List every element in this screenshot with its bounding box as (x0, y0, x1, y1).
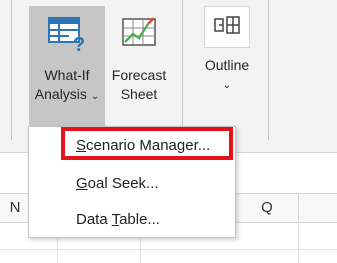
ribbon-separator (268, 0, 269, 140)
column-divider (298, 194, 299, 222)
ribbon-separator (182, 0, 183, 140)
ribbon-separator (11, 0, 12, 140)
menu-item-label: able... (119, 211, 160, 228)
menu-item-label-prefix: Data (76, 211, 112, 228)
gridline (0, 249, 337, 250)
svg-text:?: ? (73, 34, 85, 52)
what-if-label-line1: What-If (44, 67, 90, 83)
menu-item-data-table[interactable]: Data Table... (76, 211, 160, 228)
outline-icon (214, 16, 240, 34)
column-header-q[interactable]: Q (236, 194, 298, 222)
forecast-label-line2: Sheet (120, 86, 158, 102)
chevron-down-icon: ⌄ (222, 80, 232, 91)
menu-item-goal-seek[interactable]: Goal Seek... (76, 175, 159, 192)
chevron-down-icon: ⌄ (90, 91, 100, 102)
outline-label: Outline (204, 57, 250, 73)
forecast-label-line1: Forecast (111, 67, 167, 83)
forecast-sheet-icon (122, 17, 156, 46)
what-if-analysis-button[interactable]: ? What-If Analysis ⌄ (29, 6, 105, 127)
column-header-n[interactable]: N (0, 194, 30, 222)
highlight-box (61, 127, 233, 160)
what-if-label-line2: Analysis (34, 86, 87, 102)
forecast-sheet-button[interactable]: Forecast Sheet (108, 6, 170, 106)
what-if-analysis-icon: ? (48, 17, 85, 56)
menu-item-accelerator: G (76, 175, 88, 192)
menu-item-accelerator: T (111, 211, 120, 228)
outline-button[interactable]: Outline ⌄ (198, 6, 256, 98)
outline-icon-box (204, 6, 250, 48)
gridline (298, 221, 299, 263)
menu-item-label: oal Seek... (87, 175, 159, 192)
